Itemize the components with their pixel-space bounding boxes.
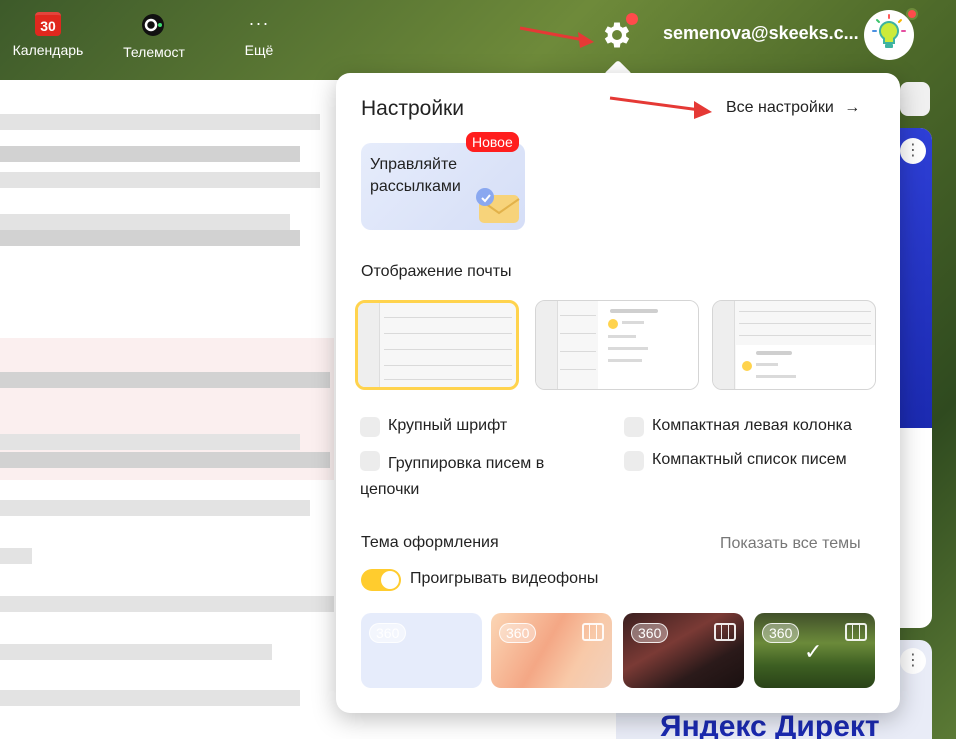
ad-brand-text: Яндекс Директ bbox=[660, 710, 880, 739]
mail-display-title: Отображение почты bbox=[361, 263, 512, 280]
film-icon bbox=[714, 623, 736, 641]
annotation-arrow-icon bbox=[519, 26, 594, 48]
theme-title: Тема оформления bbox=[361, 534, 499, 551]
search-stub[interactable] bbox=[900, 82, 930, 116]
layout-preview-line bbox=[739, 311, 871, 312]
ad-menu-icon[interactable]: ⋮ bbox=[900, 648, 926, 674]
toggle-knob bbox=[381, 571, 399, 589]
show-all-themes-link[interactable]: Показать все темы bbox=[720, 535, 861, 553]
film-icon bbox=[582, 623, 604, 641]
layout-preview-line bbox=[560, 315, 596, 316]
layout-preview-line bbox=[384, 379, 512, 380]
video-backgrounds-label: Проигрывать видеофоны bbox=[410, 570, 599, 587]
layout-preview-line bbox=[384, 317, 512, 318]
calendar-icon: 30 bbox=[35, 12, 61, 36]
annotation-arrow-icon bbox=[609, 96, 712, 119]
all-settings-label: Все настройки bbox=[726, 99, 834, 116]
settings-panel: Настройки Все настройки → Управляйте рас… bbox=[336, 73, 900, 713]
compact-list-label[interactable]: Компактный список писем bbox=[652, 451, 847, 469]
layout-option-preview-bottom[interactable] bbox=[712, 300, 876, 390]
new-badge: Новое bbox=[466, 132, 519, 152]
layout-preview-line bbox=[739, 335, 871, 336]
layout-preview-reading-pane bbox=[598, 301, 698, 389]
all-settings-link[interactable]: Все настройки → bbox=[726, 99, 860, 117]
large-font-checkbox[interactable] bbox=[360, 417, 380, 437]
theme-grass[interactable]: 360 ✓ bbox=[754, 613, 875, 688]
layout-option-two-pane[interactable] bbox=[535, 300, 699, 390]
360-badge: 360 bbox=[631, 623, 669, 643]
compact-left-column-checkbox[interactable] bbox=[624, 417, 644, 437]
promo-text: Управляйте рассылками bbox=[370, 156, 461, 195]
more-label: Ещё bbox=[244, 42, 274, 58]
video-backgrounds-toggle[interactable] bbox=[361, 569, 401, 591]
theme-dark[interactable]: 360 bbox=[623, 613, 744, 688]
layout-preview-reading-pane bbox=[736, 345, 875, 389]
layout-preview-line bbox=[384, 365, 512, 366]
layout-preview-line bbox=[384, 333, 512, 334]
list-item[interactable] bbox=[0, 434, 300, 450]
user-email[interactable]: semenova@skeeks.c... bbox=[663, 23, 859, 44]
list-item[interactable] bbox=[0, 548, 32, 564]
ad-menu-icon[interactable]: ⋮ bbox=[900, 138, 926, 164]
avatar-notification-dot bbox=[906, 8, 918, 20]
calendar-label: Календарь bbox=[12, 42, 84, 58]
notification-dot bbox=[626, 13, 638, 25]
list-item[interactable] bbox=[0, 596, 334, 612]
layout-preview-sidebar bbox=[536, 301, 558, 389]
list-item[interactable] bbox=[0, 172, 320, 188]
list-item[interactable] bbox=[0, 500, 310, 516]
layout-preview-sidebar bbox=[713, 301, 735, 389]
layout-preview-line bbox=[739, 323, 871, 324]
envelope-icon bbox=[476, 188, 520, 223]
arrow-right-icon: → bbox=[844, 99, 861, 116]
top-header: 30 Календарь Телемост ··· Ещё semenova@s… bbox=[0, 0, 956, 80]
theme-peach[interactable]: 360 bbox=[491, 613, 612, 688]
large-font-label[interactable]: Крупный шрифт bbox=[388, 417, 507, 435]
list-item[interactable] bbox=[0, 644, 272, 660]
calendar-app-button[interactable]: 30 Календарь bbox=[8, 12, 88, 58]
panel-title: Настройки bbox=[361, 97, 464, 120]
promo-manage-subscriptions[interactable]: Управляйте рассылками bbox=[361, 143, 525, 230]
mail-list bbox=[0, 80, 334, 739]
telemost-icon bbox=[139, 12, 169, 38]
360-badge: 360 bbox=[369, 623, 407, 643]
compact-left-column-label[interactable]: Компактная левая колонка bbox=[652, 417, 852, 435]
list-item[interactable] bbox=[0, 452, 330, 468]
group-threads-label[interactable]: Группировка писем в цепочки bbox=[360, 451, 590, 503]
list-item[interactable] bbox=[0, 114, 320, 130]
layout-preview-line bbox=[384, 349, 512, 350]
layout-option-list[interactable] bbox=[355, 300, 519, 390]
more-apps-button[interactable]: ··· Ещё bbox=[230, 12, 288, 58]
list-item[interactable] bbox=[0, 146, 300, 162]
more-icon: ··· bbox=[248, 13, 270, 33]
theme-light-blue[interactable]: 360 bbox=[361, 613, 482, 688]
layout-preview-line bbox=[560, 333, 596, 334]
list-item[interactable] bbox=[0, 214, 290, 230]
layout-preview-line bbox=[560, 351, 596, 352]
list-item[interactable] bbox=[0, 230, 300, 246]
360-badge: 360 bbox=[762, 623, 800, 643]
compact-list-checkbox[interactable] bbox=[624, 451, 644, 471]
360-badge: 360 bbox=[499, 623, 537, 643]
telemost-label: Телемост bbox=[123, 44, 185, 60]
layout-preview-line bbox=[560, 369, 596, 370]
telemost-app-button[interactable]: Телемост bbox=[114, 12, 194, 60]
list-item[interactable] bbox=[0, 372, 330, 388]
layout-preview-sidebar bbox=[358, 303, 380, 387]
check-icon: ✓ bbox=[804, 639, 823, 664]
film-icon bbox=[845, 623, 867, 641]
list-item[interactable] bbox=[0, 690, 300, 706]
